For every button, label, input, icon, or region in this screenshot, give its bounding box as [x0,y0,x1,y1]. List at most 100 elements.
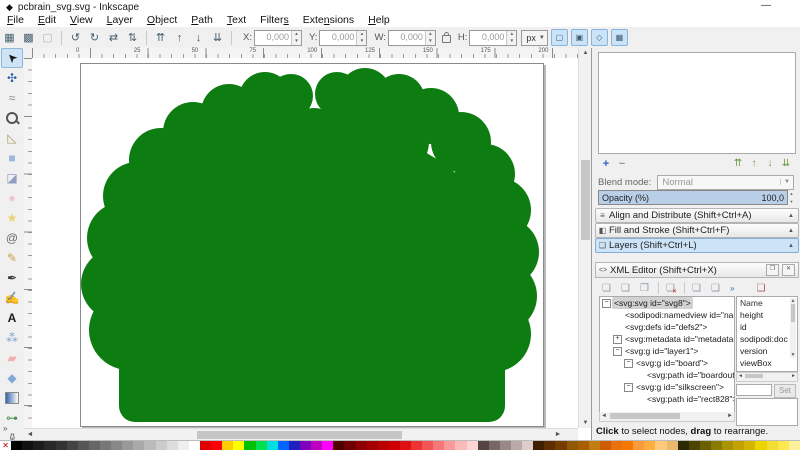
tool-spiral[interactable]: @ [1,228,23,248]
color-swatch[interactable] [222,441,233,450]
xml-tree-row[interactable]: −<svg:svg id="svg8"> [600,297,734,309]
menu-file[interactable]: File [0,14,31,27]
color-swatch[interactable] [433,441,444,450]
color-swatch[interactable] [89,441,100,450]
xml-tree-row[interactable]: +<svg:metadata id="metadata5"> [600,333,734,345]
spin-up-icon[interactable]: ▲ [292,31,301,38]
color-swatch[interactable] [111,441,122,450]
canvas-viewport[interactable] [32,58,578,428]
menu-object[interactable]: Object [140,14,184,27]
rotate-ccw-button[interactable]: ↺ [67,29,84,46]
tool-select[interactable]: ➤ [1,48,23,68]
tool-ellipse[interactable]: ● [1,188,23,208]
color-swatch[interactable] [667,441,678,450]
collapse-icon[interactable]: − [613,347,622,356]
scroll-down-arrow[interactable]: ▼ [790,352,796,358]
color-swatch[interactable] [544,441,555,450]
color-swatch[interactable] [211,441,222,450]
color-swatch[interactable] [56,441,67,450]
add-layer-button[interactable]: + [598,157,614,171]
new-text-node-button[interactable]: ❏ [617,280,634,297]
opacity-slider[interactable]: Opacity (%) 100,0 [598,190,788,205]
color-swatch[interactable] [333,441,344,450]
attribute-row[interactable]: version [737,345,797,357]
xml-tree-row[interactable]: <svg:path id="rect828"> [600,393,734,405]
h-field[interactable]: 0,000▲▼ [469,30,517,46]
attribute-column-header[interactable]: Name [737,297,797,309]
tool-tweak[interactable]: ≈ [1,88,23,108]
x-spinner[interactable]: ▲▼ [291,31,301,45]
xml-tree-row[interactable]: <svg:path id="boardoutline" [600,369,734,381]
attribute-value-input[interactable] [736,384,772,396]
menu-layer[interactable]: Layer [100,14,140,27]
lower-button[interactable]: ↓ [190,29,207,46]
section-align-distribute[interactable]: ≡Align and Distribute (Shift+Ctrl+A)▲ [595,208,799,223]
spin-down-icon[interactable]: ▼ [426,38,435,45]
vertical-scrollbar[interactable]: ▲ ▼ [578,48,592,428]
color-swatch[interactable] [411,441,422,450]
attribute-row[interactable]: viewBox [737,357,797,369]
attribute-hscrollbar[interactable]: ◄ ► [736,372,798,382]
color-swatch[interactable] [344,441,355,450]
color-swatch[interactable] [278,441,289,450]
horizontal-scroll-thumb[interactable] [197,431,402,439]
unit-select[interactable]: px▼ [521,30,547,46]
x-field[interactable]: 0,000▲▼ [254,30,302,46]
color-swatch[interactable] [444,441,455,450]
attribute-vscroll-thumb[interactable] [791,304,795,322]
color-swatch[interactable] [711,441,722,450]
tool-gradient[interactable] [1,388,23,408]
color-swatch[interactable] [44,441,55,450]
tool-zoom[interactable] [1,108,23,128]
color-swatch[interactable] [500,441,511,450]
color-swatch[interactable] [778,441,789,450]
indent-node-button[interactable]: ❏ [707,280,724,297]
w-spinner[interactable]: ▲▼ [425,31,435,45]
menu-path[interactable]: Path [184,14,220,27]
color-swatch[interactable] [178,441,189,450]
lower-layer-button[interactable]: ↓ [762,157,778,171]
deselect-button[interactable]: ▢ [39,29,56,46]
color-swatch[interactable] [678,441,689,450]
scroll-right-arrow[interactable]: ► [727,412,733,420]
xml-tree-hscroll-thumb[interactable] [610,413,680,419]
color-swatch[interactable] [589,441,600,450]
menu-help[interactable]: Help [361,14,397,27]
select-all-button[interactable]: ▦ [1,29,18,46]
color-swatch[interactable] [133,441,144,450]
color-swatch[interactable] [578,441,589,450]
color-swatch[interactable] [633,441,644,450]
color-swatch[interactable] [700,441,711,450]
tool-calligraphy[interactable]: ✍ [1,288,23,308]
page[interactable] [80,63,544,427]
tool-measure[interactable]: ◺ [1,128,23,148]
color-swatch[interactable] [11,441,22,450]
tool-bezier-pen[interactable]: ✒ [1,268,23,288]
section-layers[interactable]: ❏Layers (Shift+Ctrl+L)▲ [595,238,799,253]
color-swatch[interactable] [378,441,389,450]
attribute-vscrollbar[interactable]: ▲ ▼ [790,298,796,358]
spin-down-icon[interactable]: ▼ [357,38,366,45]
raise-button[interactable]: ↑ [171,29,188,46]
color-swatch[interactable] [78,441,89,450]
color-swatch[interactable] [233,441,244,450]
attribute-row[interactable]: sodipodi:doc [737,333,797,345]
color-swatch[interactable] [722,441,733,450]
blend-mode-select[interactable]: Normal ▼ [657,175,794,190]
scroll-left-arrow[interactable]: ◄ [601,412,607,420]
color-swatch[interactable] [655,441,666,450]
xml-toolbar-overflow[interactable]: » [730,284,734,293]
menu-filters[interactable]: Filters [253,14,296,27]
spin-down-icon[interactable]: ▼ [507,38,516,45]
color-swatch[interactable] [156,441,167,450]
opacity-spinner[interactable]: ▲▼ [788,190,795,205]
collapse-icon[interactable]: − [602,299,611,308]
collapse-icon[interactable]: − [624,359,633,368]
tool-spray[interactable]: ⁂ [1,328,23,348]
lower-to-bottom-button[interactable]: ⇊ [209,29,226,46]
color-swatch[interactable] [789,441,800,450]
unindent-node-button[interactable]: ❏ [688,280,705,297]
color-swatch[interactable] [755,441,766,450]
xml-tree-row[interactable]: −<svg:g id="layer1"> [600,345,734,357]
color-swatch[interactable] [533,441,544,450]
